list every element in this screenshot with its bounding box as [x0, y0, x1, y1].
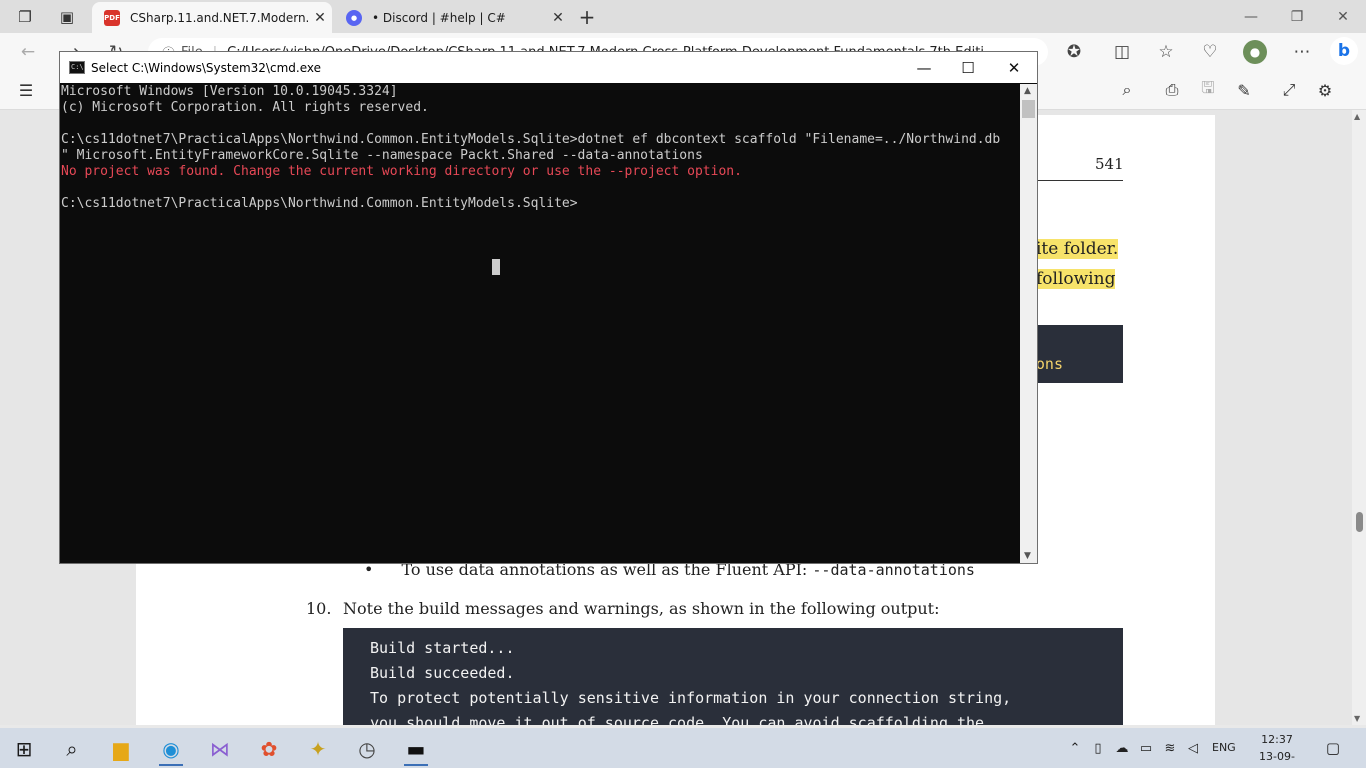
device-icon[interactable]: ▯ — [1088, 738, 1108, 758]
scroll-up-icon[interactable]: ▲ — [1354, 112, 1360, 121]
workspaces-icon[interactable]: ❐ — [14, 6, 36, 28]
pdf-scrollbar[interactable]: ▲ ▼ — [1352, 110, 1366, 725]
onedrive-icon[interactable]: ☁ — [1112, 738, 1132, 758]
clock-time: 12:37 — [1261, 733, 1293, 746]
edge-icon[interactable]: ◉ — [151, 732, 191, 766]
terminal-prompt: C:\cs11dotnet7\PracticalApps\Northwind.C… — [61, 196, 578, 211]
code-line: Build started... — [370, 639, 515, 657]
app-icon[interactable]: ✦ — [298, 732, 338, 766]
tab-title: CSharp.11.and.NET.7.Modern.Cross-Platfor… — [130, 10, 308, 25]
clock-date: 13-09-2023 — [1259, 750, 1295, 768]
terminal-line: " Microsoft.EntityFrameworkCore.Sqlite -… — [61, 148, 703, 163]
back-icon[interactable]: ← — [16, 40, 40, 64]
code-line: To protect potentially sensitive informa… — [370, 689, 1012, 707]
cmd-window[interactable]: C:\ Select C:\Windows\System32\cmd.exe —… — [59, 51, 1038, 564]
notifications-icon[interactable]: ▢ — [1322, 738, 1344, 758]
file-explorer-icon[interactable]: ▆ — [101, 732, 141, 766]
terminal-line: C:\cs11dotnet7\PracticalApps\Northwind.C… — [61, 132, 1001, 147]
extensions-icon[interactable]: ✪ — [1062, 40, 1086, 64]
fullscreen-icon[interactable]: ⤢ — [1277, 78, 1301, 102]
save-as-icon[interactable]: ✎ — [1232, 78, 1256, 102]
code-block: ons — [1035, 325, 1123, 383]
tab-title: • Discord | #help | C# — [372, 10, 506, 25]
step-text: Note the build messages and warnings, as… — [343, 599, 940, 618]
page-number: 541 — [1095, 155, 1124, 173]
language-indicator[interactable]: ENG — [1212, 741, 1236, 754]
scroll-up-icon[interactable]: ▲ — [1024, 86, 1031, 96]
chevron-up-icon[interactable]: ⌃ — [1065, 738, 1085, 758]
browser-essentials-icon[interactable]: ♡ — [1198, 40, 1222, 64]
clock[interactable]: 12:37 13-09-2023 — [1248, 731, 1306, 768]
browser-tab-bar: ❐ ▣ PDF CSharp.11.and.NET.7.Modern.Cross… — [0, 0, 1366, 33]
maximize-icon[interactable]: ☐ — [945, 52, 991, 83]
tab-discord[interactable]: ● • Discord | #help | C# ✕ — [334, 2, 570, 33]
tab-pdf[interactable]: PDF CSharp.11.and.NET.7.Modern.Cross-Pla… — [92, 2, 332, 33]
cmd-icon: C:\ — [69, 61, 85, 74]
bing-chat-icon[interactable]: b — [1330, 37, 1358, 65]
highlighted-text: ite folder. — [1036, 239, 1119, 259]
highlighted-text: following — [1036, 269, 1116, 289]
settings-icon[interactable]: ⚙ — [1313, 78, 1337, 102]
code-fragment: ons — [1035, 355, 1063, 373]
close-tab-icon[interactable]: ✕ — [546, 10, 570, 26]
search-icon[interactable]: ⌕ — [52, 732, 92, 766]
cmd-title: Select C:\Windows\System32\cmd.exe — [91, 60, 321, 75]
close-tab-icon[interactable]: ✕ — [308, 10, 332, 26]
text-cursor — [492, 259, 500, 275]
minimize-icon[interactable]: — — [1228, 0, 1274, 33]
scroll-thumb[interactable] — [1356, 512, 1363, 532]
favorites-icon[interactable]: ☆ — [1154, 40, 1178, 64]
save-icon[interactable]: 🖫 — [1196, 78, 1220, 102]
scroll-thumb[interactable] — [1022, 100, 1035, 118]
wifi-icon[interactable]: ≋ — [1160, 738, 1180, 758]
visual-studio-icon[interactable]: ⋈ — [200, 732, 240, 766]
scroll-down-icon[interactable]: ▼ — [1024, 551, 1031, 561]
terminal-icon[interactable]: ▬ — [396, 732, 436, 766]
minimize-icon[interactable]: — — [901, 52, 947, 83]
terminal-output[interactable]: Microsoft Windows [Version 10.0.19045.33… — [60, 84, 1020, 563]
restore-icon[interactable]: ❐ — [1274, 0, 1320, 33]
cmd-scrollbar[interactable]: ▲ ▼ — [1020, 84, 1037, 563]
pdf-icon: PDF — [104, 9, 120, 26]
search-icon[interactable]: ⌕ — [1115, 78, 1139, 102]
terminal-line: Microsoft Windows [Version 10.0.19045.33… — [61, 84, 398, 99]
code-line: you should move it out of source code. Y… — [370, 714, 985, 725]
discord-icon: ● — [346, 9, 362, 26]
contents-icon[interactable]: ☰ — [14, 78, 38, 102]
more-icon[interactable]: ⋯ — [1290, 40, 1314, 64]
windows-start-icon[interactable]: ⊞ — [4, 732, 44, 766]
close-window-icon[interactable]: ✕ — [1320, 0, 1366, 33]
taskbar: ⊞ ⌕ ▆ ◉ ⋈ ✿ ✦ ◷ ▬ ⌃ ▯ ☁ ▭ ≋ ◁ ENG 12:37 … — [0, 728, 1366, 768]
code-line: Build succeeded. — [370, 664, 515, 682]
divider — [1035, 180, 1123, 181]
step-number: 10. — [306, 599, 332, 618]
print-icon[interactable]: ⎙ — [1160, 78, 1184, 102]
volume-icon[interactable]: ◁ — [1183, 738, 1203, 758]
profile-avatar[interactable]: ● — [1243, 40, 1267, 64]
scroll-down-icon[interactable]: ▼ — [1354, 714, 1360, 723]
battery-icon[interactable]: ▭ — [1136, 738, 1156, 758]
terminal-error-line: No project was found. Change the current… — [61, 164, 742, 179]
close-icon[interactable]: ✕ — [991, 52, 1037, 83]
tab-actions-icon[interactable]: ▣ — [56, 6, 78, 28]
terminal-line: (c) Microsoft Corporation. All rights re… — [61, 100, 429, 115]
new-tab-icon[interactable]: + — [576, 5, 598, 29]
cmd-title-bar[interactable]: C:\ Select C:\Windows\System32\cmd.exe — [60, 52, 1037, 83]
split-screen-icon[interactable]: ◫ — [1110, 40, 1134, 64]
output-code-block: Build started... Build succeeded. To prote… — [343, 628, 1123, 725]
clock-app-icon[interactable]: ◷ — [347, 732, 387, 766]
numbered-step: 10. Note the build messages and warnings,… — [306, 599, 940, 618]
app-icon[interactable]: ✿ — [249, 732, 289, 766]
